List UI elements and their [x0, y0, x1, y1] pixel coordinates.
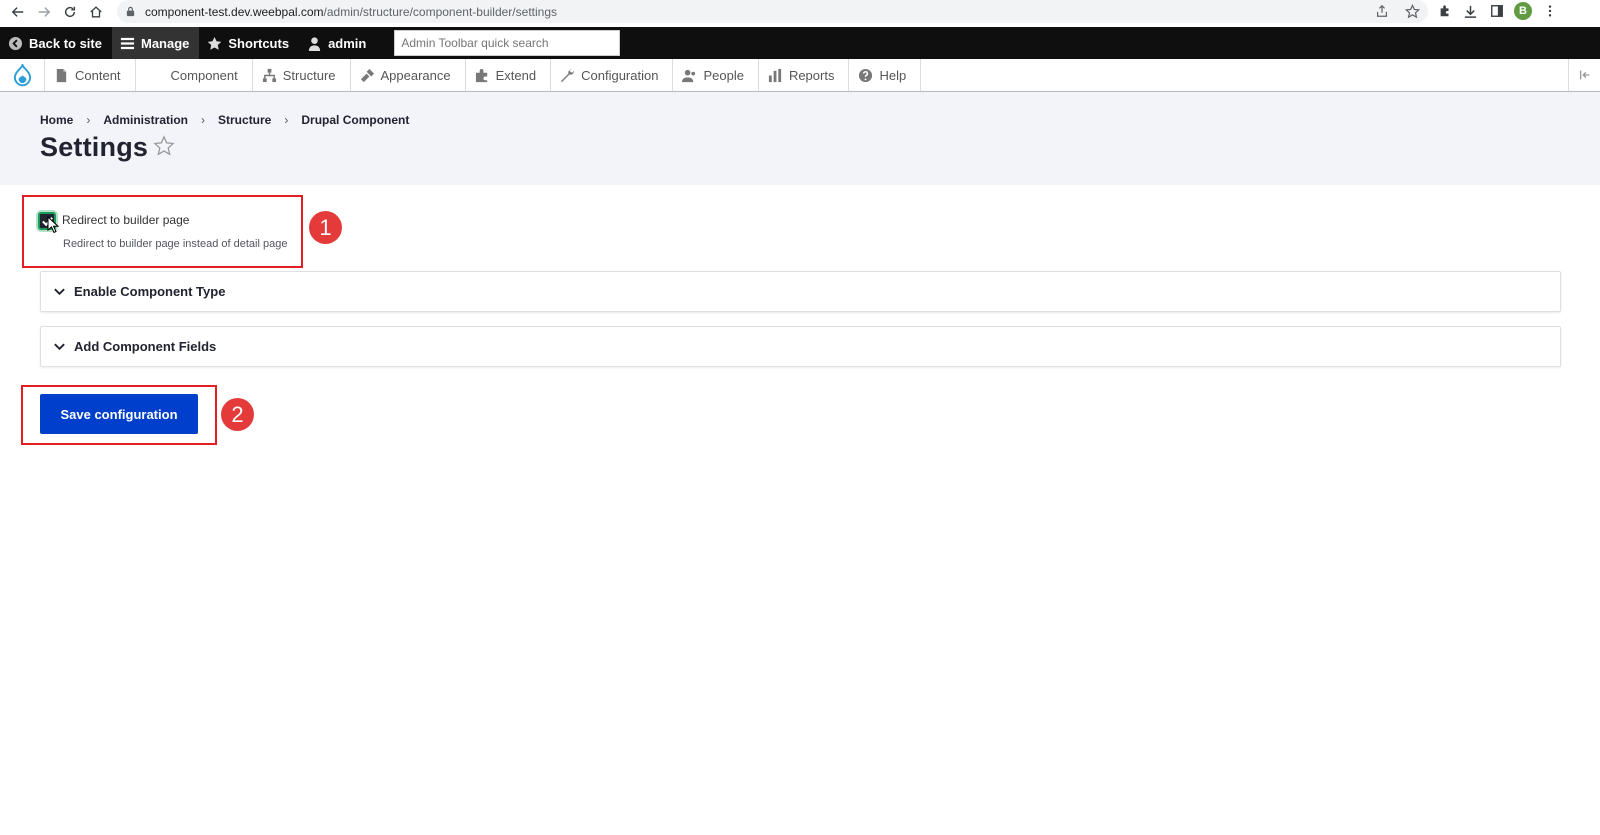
chevron-down-icon: [54, 288, 65, 296]
side-panel-icon[interactable]: [1488, 2, 1505, 20]
enable-component-type-section[interactable]: Enable Component Type: [40, 271, 1561, 312]
chevron-down-icon: [54, 343, 65, 351]
download-icon[interactable]: [1462, 2, 1479, 20]
tray-item-reports[interactable]: Reports: [759, 59, 850, 91]
tray-item-appearance[interactable]: Appearance: [351, 59, 466, 91]
url-host: component-test.dev.weebpal.com: [145, 4, 324, 19]
browser-toolbar: component-test.dev.weebpal.com/admin/str…: [0, 0, 1600, 24]
back-to-site-link[interactable]: Back to site: [0, 27, 112, 59]
tray-item-component[interactable]: Component: [136, 59, 253, 91]
lock-icon: [125, 6, 137, 18]
toolbar-search-input[interactable]: [394, 30, 621, 56]
user-label: admin: [328, 35, 367, 51]
breadcrumb-drupal-component[interactable]: Drupal Component: [301, 113, 409, 127]
annotation-number-2: 2: [221, 398, 254, 431]
enable-component-type-label: Enable Component Type: [74, 284, 226, 299]
manage-label: Manage: [140, 35, 190, 51]
tray-item-label: People: [703, 67, 744, 83]
tray-item-configuration[interactable]: Configuration: [551, 59, 674, 91]
page-title: Settings: [40, 132, 149, 162]
tray-item-label: Component: [170, 67, 238, 83]
manage-tab[interactable]: Manage: [111, 27, 200, 59]
tray-item-label: Appearance: [380, 67, 451, 83]
tray-item-label: Content: [75, 67, 121, 83]
url-path: /admin/structure/component-builder/setti…: [323, 4, 557, 19]
shortcuts-label: Shortcuts: [228, 35, 290, 51]
share-icon[interactable]: [1374, 3, 1390, 19]
star-icon: [208, 36, 222, 50]
profile-avatar[interactable]: B: [1514, 2, 1532, 20]
file-icon: [56, 68, 67, 82]
extensions-puzzle-icon[interactable]: [1436, 2, 1453, 20]
wrench-icon: [561, 68, 575, 82]
tray-item-label: Reports: [788, 67, 835, 83]
annotation-number-1: 1: [309, 211, 342, 244]
add-component-fields-section[interactable]: Add Component Fields: [40, 326, 1561, 367]
collapse-tray-icon[interactable]: [1568, 59, 1600, 91]
url-text: component-test.dev.weebpal.com/admin/str…: [145, 5, 557, 19]
people-icon: [682, 69, 696, 82]
forward-arrow-icon[interactable]: [31, 0, 57, 24]
address-bar[interactable]: component-test.dev.weebpal.com/admin/str…: [117, 0, 1428, 23]
breadcrumb-structure[interactable]: Structure: [218, 113, 271, 127]
admin-toolbar: Back to site Manage Shortcuts admin: [0, 27, 1600, 59]
shortcuts-tab[interactable]: Shortcuts: [199, 27, 299, 59]
annotation-box-2: [21, 385, 217, 445]
puzzle-icon: [475, 68, 487, 82]
tray-item-extend[interactable]: Extend: [466, 59, 552, 91]
tray-item-label: Extend: [495, 67, 537, 83]
bookmark-star-icon[interactable]: [1404, 3, 1420, 19]
tray-item-people[interactable]: People: [673, 59, 759, 91]
breadcrumb-separator: ›: [201, 113, 206, 127]
sitemap-icon: [262, 68, 276, 82]
bar-chart-icon: [768, 68, 782, 82]
breadcrumb-separator: ›: [284, 113, 289, 127]
breadcrumb-administration[interactable]: Administration: [103, 113, 188, 127]
drupal-logo-icon[interactable]: [0, 59, 45, 91]
tray-item-structure[interactable]: Structure: [253, 59, 351, 91]
home-icon[interactable]: [83, 0, 109, 24]
admin-tray: Content Component Structure Appearance E…: [0, 59, 1600, 92]
add-component-fields-label: Add Component Fields: [74, 339, 217, 354]
back-circle-icon: [8, 36, 23, 50]
user-icon: [308, 36, 321, 51]
annotation-box-1: [22, 195, 303, 268]
reload-icon[interactable]: [57, 0, 83, 24]
user-tab[interactable]: admin: [299, 27, 376, 59]
back-arrow-icon[interactable]: [5, 0, 31, 24]
breadcrumb-home[interactable]: Home: [40, 113, 73, 127]
hamburger-icon: [120, 37, 135, 49]
paintbrush-icon: [360, 68, 374, 82]
tray-item-label: Configuration: [581, 67, 659, 83]
menu-kebab-icon[interactable]: [1541, 2, 1558, 20]
tray-item-content[interactable]: Content: [45, 59, 136, 91]
breadcrumb: Home › Administration › Structure › Drup…: [40, 113, 409, 127]
tray-item-label: Help: [879, 67, 907, 83]
breadcrumb-separator: ›: [86, 113, 91, 127]
tray-item-label: Structure: [282, 67, 336, 83]
help-icon: [859, 68, 873, 82]
tray-item-help[interactable]: Help: [849, 59, 922, 91]
back-to-site-label: Back to site: [29, 35, 102, 51]
favorite-star-icon[interactable]: [153, 135, 176, 158]
page-header: Home › Administration › Structure › Drup…: [0, 92, 1600, 185]
